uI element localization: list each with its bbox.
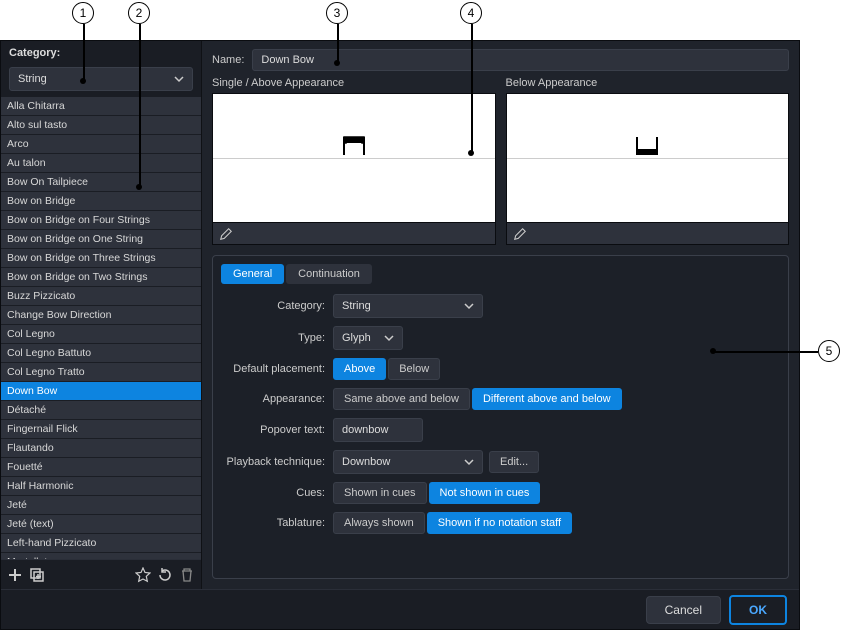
- reset-icon[interactable]: [157, 567, 173, 583]
- opt-playback-label: Playback technique:: [221, 456, 333, 468]
- list-item[interactable]: Jeté: [1, 496, 201, 515]
- preview-below-label: Below Appearance: [506, 77, 790, 89]
- callout-line-5: [714, 351, 818, 353]
- appearance-same-button[interactable]: Same above and below: [333, 388, 470, 410]
- list-item[interactable]: Arco: [1, 135, 201, 154]
- callout-line-1: [83, 24, 85, 80]
- opt-type-select[interactable]: Glyph: [333, 326, 403, 350]
- opt-type-label: Type:: [221, 332, 333, 344]
- callout-4: 4: [460, 2, 482, 24]
- list-item[interactable]: Left-hand Pizzicato: [1, 534, 201, 553]
- list-item[interactable]: Bow on Bridge on Four Strings: [1, 211, 201, 230]
- preview-below-box: [506, 93, 790, 223]
- callout-dot-2: [136, 184, 142, 190]
- list-item[interactable]: Bow On Tailpiece: [1, 173, 201, 192]
- placement-above-button[interactable]: Above: [333, 358, 386, 380]
- popover-text-input[interactable]: [333, 418, 423, 442]
- callout-2: 2: [128, 2, 150, 24]
- cues-shown-button[interactable]: Shown in cues: [333, 482, 427, 504]
- list-item[interactable]: Au talon: [1, 154, 201, 173]
- preview-above-box: [212, 93, 496, 223]
- category-select[interactable]: String: [9, 67, 193, 91]
- opt-placement-label: Default placement:: [221, 363, 333, 375]
- opt-appearance-label: Appearance:: [221, 393, 333, 405]
- opt-cues-label: Cues:: [221, 487, 333, 499]
- list-item[interactable]: Flautando: [1, 439, 201, 458]
- list-item[interactable]: Fouetté: [1, 458, 201, 477]
- callout-line-4: [471, 24, 473, 152]
- callout-dot-1: [80, 78, 86, 84]
- name-label: Name:: [212, 54, 244, 66]
- edit-above-button[interactable]: [212, 223, 496, 245]
- callout-line-3: [337, 24, 339, 62]
- list-item[interactable]: Down Bow: [1, 382, 201, 401]
- callout-dot-5: [710, 348, 716, 354]
- appearance-diff-button[interactable]: Different above and below: [472, 388, 622, 410]
- technique-list[interactable]: Alla ChitarraAlto sul tastoArcoAu talonB…: [1, 97, 201, 559]
- chevron-down-icon: [384, 333, 394, 343]
- playback-edit-button[interactable]: Edit...: [489, 451, 539, 473]
- list-item[interactable]: Col Legno: [1, 325, 201, 344]
- tab-general[interactable]: General: [221, 264, 284, 284]
- category-label: Category:: [1, 41, 201, 63]
- trash-icon[interactable]: [179, 567, 195, 583]
- opt-category-select[interactable]: String: [333, 294, 483, 318]
- down-bow-glyph-above: [343, 136, 365, 159]
- category-value: String: [18, 73, 47, 85]
- list-item[interactable]: Bow on Bridge: [1, 192, 201, 211]
- opt-category-label: Category:: [221, 300, 333, 312]
- list-item[interactable]: Col Legno Battuto: [1, 344, 201, 363]
- ok-button[interactable]: OK: [729, 595, 787, 625]
- list-item[interactable]: Bow on Bridge on One String: [1, 230, 201, 249]
- star-icon[interactable]: [135, 567, 151, 583]
- right-column: Name: Single / Above Appearance: [201, 41, 799, 589]
- list-item[interactable]: Fingernail Flick: [1, 420, 201, 439]
- opt-tablature-label: Tablature:: [221, 517, 333, 529]
- list-item[interactable]: Bow on Bridge on Two Strings: [1, 268, 201, 287]
- edit-below-button[interactable]: [506, 223, 790, 245]
- cancel-button[interactable]: Cancel: [646, 596, 721, 624]
- list-item[interactable]: Buzz Pizzicato: [1, 287, 201, 306]
- list-item[interactable]: Détaché: [1, 401, 201, 420]
- chevron-down-icon: [464, 457, 474, 467]
- tab-continuation[interactable]: Continuation: [286, 264, 372, 284]
- add-icon[interactable]: [7, 567, 23, 583]
- list-item[interactable]: Alto sul tasto: [1, 116, 201, 135]
- tablature-if-button[interactable]: Shown if no notation staff: [427, 512, 572, 534]
- down-bow-glyph-below: [636, 136, 658, 159]
- left-column: Category: String Alla ChitarraAlto sul t…: [1, 41, 201, 589]
- dialog-window: Category: String Alla ChitarraAlto sul t…: [0, 40, 800, 630]
- callout-dot-3: [334, 60, 340, 66]
- list-item[interactable]: Jeté (text): [1, 515, 201, 534]
- options-panel: General Continuation Category: String Ty…: [212, 255, 789, 579]
- placement-below-button[interactable]: Below: [388, 358, 440, 380]
- chevron-down-icon: [174, 74, 184, 84]
- cues-not-shown-button[interactable]: Not shown in cues: [429, 482, 541, 504]
- list-item[interactable]: Bow on Bridge on Three Strings: [1, 249, 201, 268]
- list-item[interactable]: Col Legno Tratto: [1, 363, 201, 382]
- callout-dot-4: [468, 150, 474, 156]
- name-input[interactable]: [252, 49, 789, 71]
- callout-1: 1: [72, 2, 94, 24]
- opt-playback-select[interactable]: Downbow: [333, 450, 483, 474]
- opt-popover-label: Popover text:: [221, 424, 333, 436]
- pencil-icon: [513, 227, 527, 241]
- list-item[interactable]: Half Harmonic: [1, 477, 201, 496]
- callout-5: 5: [818, 340, 840, 362]
- duplicate-icon[interactable]: [29, 567, 45, 583]
- callout-line-2: [139, 24, 141, 186]
- pencil-icon: [219, 227, 233, 241]
- tablature-always-button[interactable]: Always shown: [333, 512, 425, 534]
- list-item[interactable]: Alla Chitarra: [1, 97, 201, 116]
- list-item[interactable]: Change Bow Direction: [1, 306, 201, 325]
- preview-above-label: Single / Above Appearance: [212, 77, 496, 89]
- left-toolbar: [1, 559, 201, 589]
- callout-3: 3: [326, 2, 348, 24]
- chevron-down-icon: [464, 301, 474, 311]
- dialog-footer: Cancel OK: [1, 589, 799, 629]
